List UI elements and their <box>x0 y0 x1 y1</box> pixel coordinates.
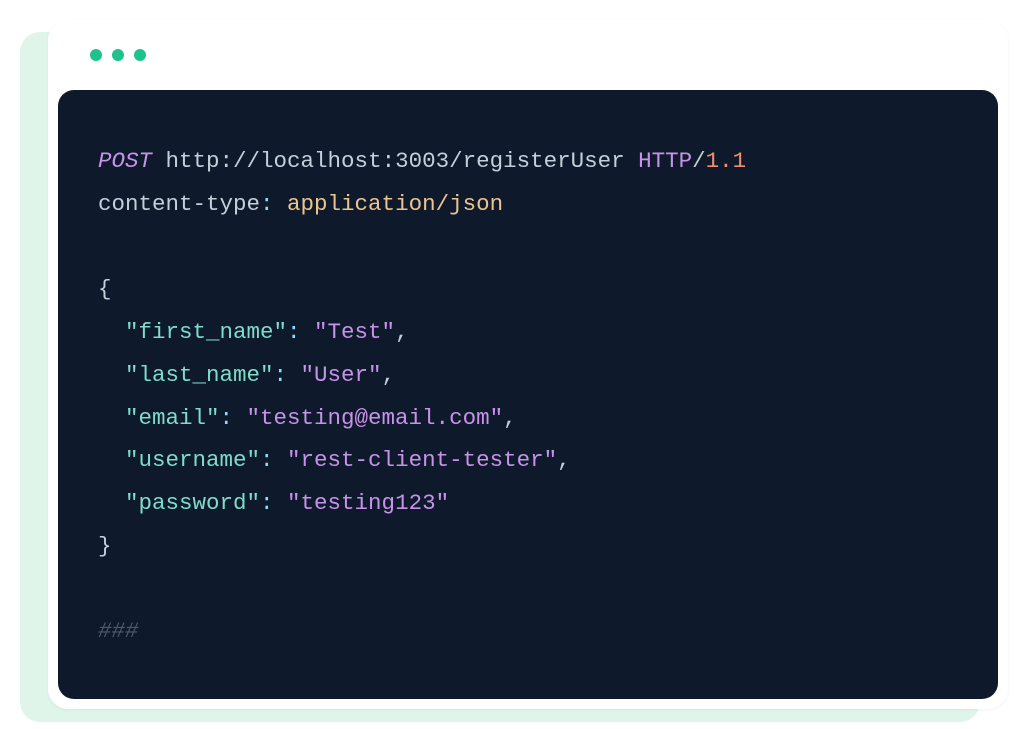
json-field-password: "password": "testing123" <box>98 482 958 525</box>
protocol-name: HTTP <box>638 148 692 174</box>
header-line: content-type: application/json <box>98 183 958 226</box>
code-editor-panel[interactable]: POST http://localhost:3003/registerUser … <box>58 90 998 699</box>
json-open: { <box>98 268 958 311</box>
traffic-dot-icon <box>90 49 102 61</box>
json-close: } <box>98 525 958 568</box>
json-field-username: "username": "rest-client-tester", <box>98 439 958 482</box>
header-key: content-type <box>98 191 260 217</box>
request-line: POST http://localhost:3003/registerUser … <box>98 140 958 183</box>
request-separator: ### <box>98 610 958 653</box>
colon-punct: : <box>260 191 287 217</box>
editor-window: POST http://localhost:3003/registerUser … <box>48 20 1008 709</box>
protocol-version: 1.1 <box>706 148 747 174</box>
blank-line <box>98 568 958 611</box>
traffic-dot-icon <box>134 49 146 61</box>
blank-line <box>98 226 958 269</box>
slash-punct: / <box>692 148 706 174</box>
request-url: http://localhost:3003/registerUser <box>166 148 625 174</box>
http-method: POST <box>98 148 152 174</box>
traffic-dot-icon <box>112 49 124 61</box>
json-field-last-name: "last_name": "User", <box>98 354 958 397</box>
json-field-email: "email": "testing@email.com", <box>98 397 958 440</box>
json-field-first-name: "first_name": "Test", <box>98 311 958 354</box>
header-value: application/json <box>287 191 503 217</box>
window-titlebar <box>48 20 1008 90</box>
